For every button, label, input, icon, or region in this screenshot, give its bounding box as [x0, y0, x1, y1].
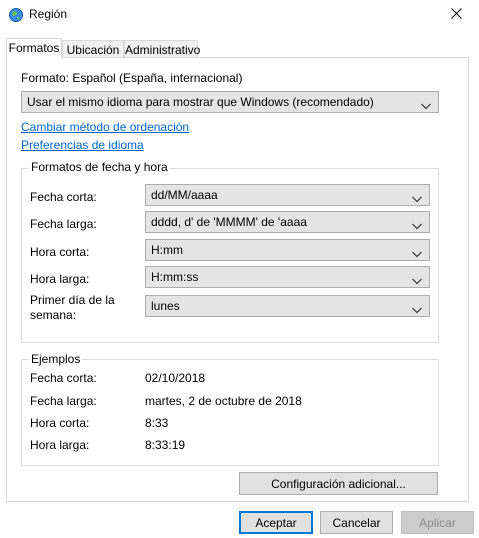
long-time-label: Hora larga: — [30, 272, 90, 286]
example-long-date-label: Fecha larga: — [30, 394, 97, 408]
date-time-formats-title: Formatos de fecha y hora — [29, 160, 170, 174]
apply-button[interactable]: Aplicar — [401, 511, 474, 534]
globe-icon — [8, 7, 24, 23]
examples-title: Ejemplos — [29, 352, 83, 366]
example-long-time-value: 8:33:19 — [145, 438, 186, 452]
long-date-label: Fecha larga: — [30, 217, 97, 231]
tab-ubicacion[interactable]: Ubicación — [62, 40, 124, 58]
long-time-value: H:mm:ss — [151, 270, 199, 284]
chevron-down-icon — [412, 247, 422, 258]
first-day-label-line2: semana: — [30, 308, 77, 322]
first-day-of-week-dropdown[interactable]: lunes — [145, 295, 430, 317]
tab-administrativo[interactable]: Administrativo — [124, 40, 200, 58]
close-button[interactable] — [433, 0, 479, 30]
first-day-label-line1: Primer día de la — [30, 293, 115, 307]
cancel-button[interactable]: Cancelar — [320, 511, 393, 534]
chevron-down-icon — [412, 274, 422, 285]
short-date-value: dd/MM/aaaa — [151, 188, 218, 202]
chevron-down-icon — [412, 303, 422, 314]
chevron-down-icon — [412, 192, 422, 203]
change-sort-method-link[interactable]: Cambiar método de ordenación — [21, 120, 189, 134]
long-date-dropdown[interactable]: dddd, d' de 'MMMM' de 'aaaa — [145, 211, 430, 233]
tab-formatos[interactable]: Formatos — [6, 38, 62, 59]
chevron-down-icon — [412, 219, 422, 230]
tab-panel-formatos: Formato: Español (España, internacional)… — [6, 57, 469, 502]
example-long-date-value: martes, 2 de octubre de 2018 — [145, 394, 302, 408]
format-label: Formato: Español (España, internacional) — [21, 71, 243, 85]
short-date-dropdown[interactable]: dd/MM/aaaa — [145, 184, 430, 206]
example-short-date-value: 02/10/2018 — [145, 371, 206, 385]
title-bar: Región — [0, 0, 479, 30]
display-language-dropdown[interactable]: Usar el mismo idioma para mostrar que Wi… — [21, 91, 439, 113]
long-time-dropdown[interactable]: H:mm:ss — [145, 266, 430, 288]
example-long-time-label: Hora larga: — [30, 438, 90, 452]
chevron-down-icon — [421, 99, 431, 110]
short-date-label: Fecha corta: — [30, 190, 97, 204]
long-date-value: dddd, d' de 'MMMM' de 'aaaa — [151, 215, 307, 229]
first-day-value: lunes — [151, 299, 180, 313]
language-preferences-link[interactable]: Preferencias de idioma — [21, 138, 144, 152]
short-time-value: H:mm — [151, 243, 183, 257]
example-short-date-label: Fecha corta: — [30, 371, 97, 385]
example-short-time-label: Hora corta: — [30, 416, 90, 430]
additional-settings-button[interactable]: Configuración adicional... — [239, 472, 438, 495]
short-time-label: Hora corta: — [30, 245, 90, 259]
window-title: Región — [29, 7, 68, 21]
ok-button[interactable]: Aceptar — [239, 511, 313, 534]
dropdown-value: Usar el mismo idioma para mostrar que Wi… — [27, 95, 374, 109]
short-time-dropdown[interactable]: H:mm — [145, 239, 430, 261]
close-icon — [450, 8, 462, 22]
example-short-time-value: 8:33 — [145, 416, 169, 430]
